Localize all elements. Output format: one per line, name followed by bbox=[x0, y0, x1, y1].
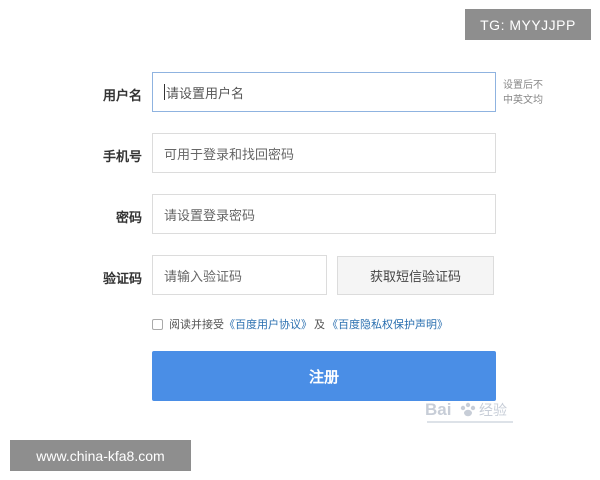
get-sms-code-button[interactable]: 获取短信验证码 bbox=[337, 256, 494, 295]
captcha-placeholder: 请输入验证码 bbox=[164, 269, 243, 285]
username-hint-line1: 设置后不 bbox=[503, 80, 543, 91]
password-field[interactable]: 请设置登录密码 bbox=[152, 194, 496, 234]
text-caret bbox=[164, 84, 165, 100]
baidu-jingyan-logo-watermark: Bai 经验 bbox=[425, 400, 513, 423]
username-hint: 设置后不 中英文均 bbox=[503, 78, 548, 108]
logo-url-line bbox=[427, 421, 513, 423]
logo-text-bai: Bai bbox=[425, 400, 451, 419]
captcha-field[interactable]: 请输入验证码 bbox=[152, 255, 327, 295]
password-label: 密码 bbox=[115, 211, 142, 226]
phone-label: 手机号 bbox=[102, 150, 142, 165]
username-label: 用户名 bbox=[102, 89, 142, 104]
phone-placeholder: 可用于登录和找回密码 bbox=[164, 147, 295, 163]
privacy-statement-link[interactable]: 《百度隐私权保护声明》 bbox=[327, 316, 448, 332]
user-agreement-link[interactable]: 《百度用户协议》 bbox=[224, 316, 312, 332]
agreement-text: 阅读并接受 bbox=[169, 318, 224, 331]
watermark-bottom: www.china-kfa8.com bbox=[10, 440, 191, 471]
captcha-label: 验证码 bbox=[102, 272, 142, 287]
username-hint-line2: 中英文均 bbox=[503, 95, 543, 106]
username-field[interactable]: 请设置用户名 bbox=[152, 72, 496, 112]
password-placeholder: 请设置登录密码 bbox=[164, 208, 256, 224]
agreement-checkbox[interactable] bbox=[152, 318, 163, 330]
register-button[interactable]: 注册 bbox=[152, 351, 496, 401]
phone-field[interactable]: 可用于登录和找回密码 bbox=[152, 133, 496, 173]
paw-icon bbox=[460, 402, 476, 417]
logo-text-jingyan: 经验 bbox=[479, 403, 507, 419]
agreement-and: 及 bbox=[314, 318, 325, 331]
username-placeholder: 请设置用户名 bbox=[166, 86, 245, 102]
watermark-top: TG: MYYJJPP bbox=[465, 9, 591, 40]
agreement-row: 阅读并接受 《百度用户协议》 及 《百度隐私权保护声明》 bbox=[152, 316, 448, 332]
